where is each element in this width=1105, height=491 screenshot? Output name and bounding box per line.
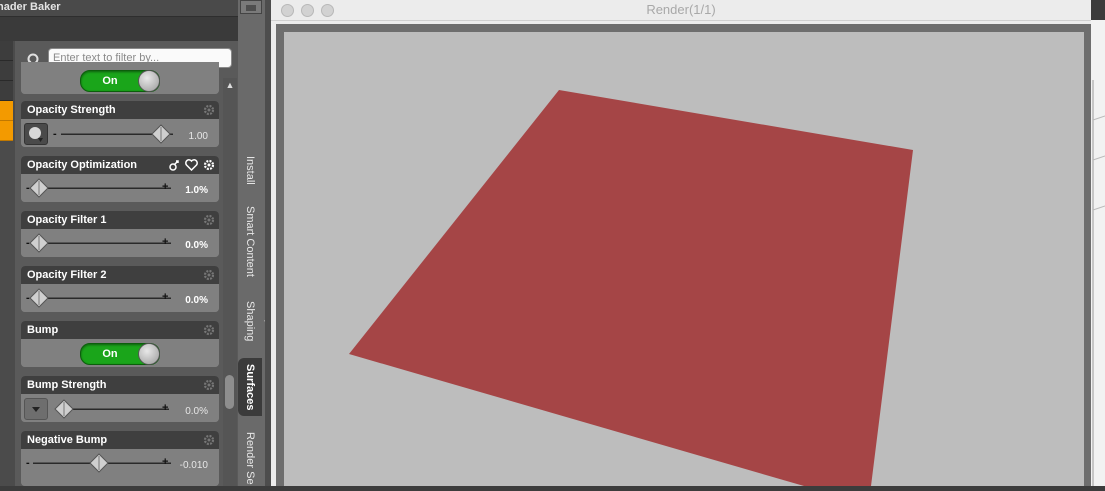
- link-icon[interactable]: [169, 159, 181, 171]
- property-value[interactable]: -0.010: [180, 460, 208, 471]
- render-window-title: Render(1/1): [646, 2, 716, 17]
- panel-title-bar: hader Baker: [0, 0, 238, 17]
- panel-title: hader Baker: [0, 1, 61, 13]
- rendered-plane: [349, 90, 913, 486]
- decrement-icon[interactable]: -: [26, 457, 30, 469]
- heart-icon[interactable]: [185, 159, 198, 171]
- slider-track[interactable]: [33, 187, 171, 189]
- property-value[interactable]: 0.0%: [185, 406, 208, 417]
- slider-knob[interactable]: [29, 233, 49, 253]
- surface-list-item-selected[interactable]: [0, 121, 13, 141]
- rendered-plane-image: [349, 90, 913, 486]
- render-canvas: [284, 32, 1084, 486]
- slider-knob[interactable]: [151, 124, 171, 144]
- surface-list-item[interactable]: [0, 61, 13, 81]
- increment-icon[interactable]: +: [162, 456, 168, 468]
- slider-knob[interactable]: [29, 178, 49, 198]
- toggle-knob: [138, 343, 160, 365]
- property-title: Negative Bump: [27, 434, 108, 446]
- gear-icon[interactable]: [203, 324, 215, 336]
- dropdown-arrow-icon: [32, 407, 40, 412]
- tab-shaping[interactable]: Shaping: [238, 296, 262, 346]
- property-value[interactable]: 1.0%: [185, 185, 208, 196]
- surface-list-item[interactable]: [0, 41, 13, 61]
- property-title: Opacity Optimization: [27, 159, 138, 171]
- property-value[interactable]: 0.0%: [185, 295, 208, 306]
- background-window-edge: [1091, 20, 1105, 486]
- property-title: Opacity Strength: [27, 104, 116, 116]
- surface-list-item[interactable]: [0, 81, 13, 101]
- surface-selection-list: [0, 41, 15, 486]
- gear-icon[interactable]: [203, 379, 215, 391]
- property-card-opacity-strength: Opacity Strength - 1.00: [21, 101, 219, 147]
- property-card-opacity-filter-1: Opacity Filter 1 - + 0.0%: [21, 211, 219, 257]
- tab-surfaces[interactable]: Surfaces: [238, 358, 262, 416]
- property-card-negative-bump: Negative Bump - + -0.010: [21, 431, 219, 486]
- slider-track[interactable]: [33, 242, 171, 244]
- slider-track[interactable]: [33, 297, 171, 299]
- property-card-opacity-filter-2: Opacity Filter 2 - + 0.0%: [21, 266, 219, 312]
- tab-render-settings[interactable]: Render Se: [238, 430, 262, 486]
- property-value[interactable]: 1.00: [189, 131, 208, 142]
- top-on-toggle[interactable]: On: [80, 70, 160, 92]
- property-title: Opacity Filter 1: [27, 214, 107, 226]
- slider-knob[interactable]: [54, 399, 74, 419]
- gear-icon[interactable]: [203, 159, 215, 171]
- tab-install[interactable]: Install: [238, 150, 262, 190]
- gear-icon[interactable]: [203, 269, 215, 281]
- gear-icon[interactable]: [203, 104, 215, 116]
- bump-toggle[interactable]: On: [80, 343, 160, 365]
- increment-icon[interactable]: +: [162, 291, 168, 303]
- property-card-bump-strength: Bump Strength + 0.0%: [21, 376, 219, 422]
- pane-menu-icon[interactable]: [240, 0, 262, 14]
- texture-map-button[interactable]: [24, 123, 48, 145]
- panel-toolbar: [0, 17, 238, 41]
- panel-scrollbar[interactable]: [223, 78, 237, 486]
- toggle-knob: [138, 70, 160, 92]
- property-card-bump: Bump On: [21, 321, 219, 367]
- scrollbar-thumb[interactable]: [225, 375, 234, 409]
- toggle-label: On: [102, 348, 118, 360]
- property-card-opacity-optimization: Opacity Optimization - + 1.0%: [21, 156, 219, 202]
- property-title: Bump: [27, 324, 59, 336]
- gear-icon[interactable]: [203, 434, 215, 446]
- gear-icon[interactable]: [203, 214, 215, 226]
- increment-icon[interactable]: +: [162, 236, 168, 248]
- property-title: Opacity Filter 2: [27, 269, 107, 281]
- tab-smart-content[interactable]: Smart Content: [238, 200, 262, 282]
- property-title: Bump Strength: [27, 379, 107, 391]
- property-card-partial: On: [21, 62, 219, 94]
- slider-knob[interactable]: [89, 453, 109, 473]
- property-value[interactable]: 0.0%: [185, 240, 208, 251]
- toggle-label: On: [102, 75, 118, 87]
- scroll-up-arrow-icon[interactable]: ▲: [225, 80, 235, 90]
- decrement-icon[interactable]: -: [53, 128, 57, 140]
- increment-icon[interactable]: +: [162, 402, 168, 414]
- texture-map-button[interactable]: [24, 398, 48, 420]
- slider-knob[interactable]: [29, 288, 49, 308]
- surface-list-item-selected[interactable]: [0, 101, 13, 121]
- increment-icon[interactable]: +: [162, 181, 168, 193]
